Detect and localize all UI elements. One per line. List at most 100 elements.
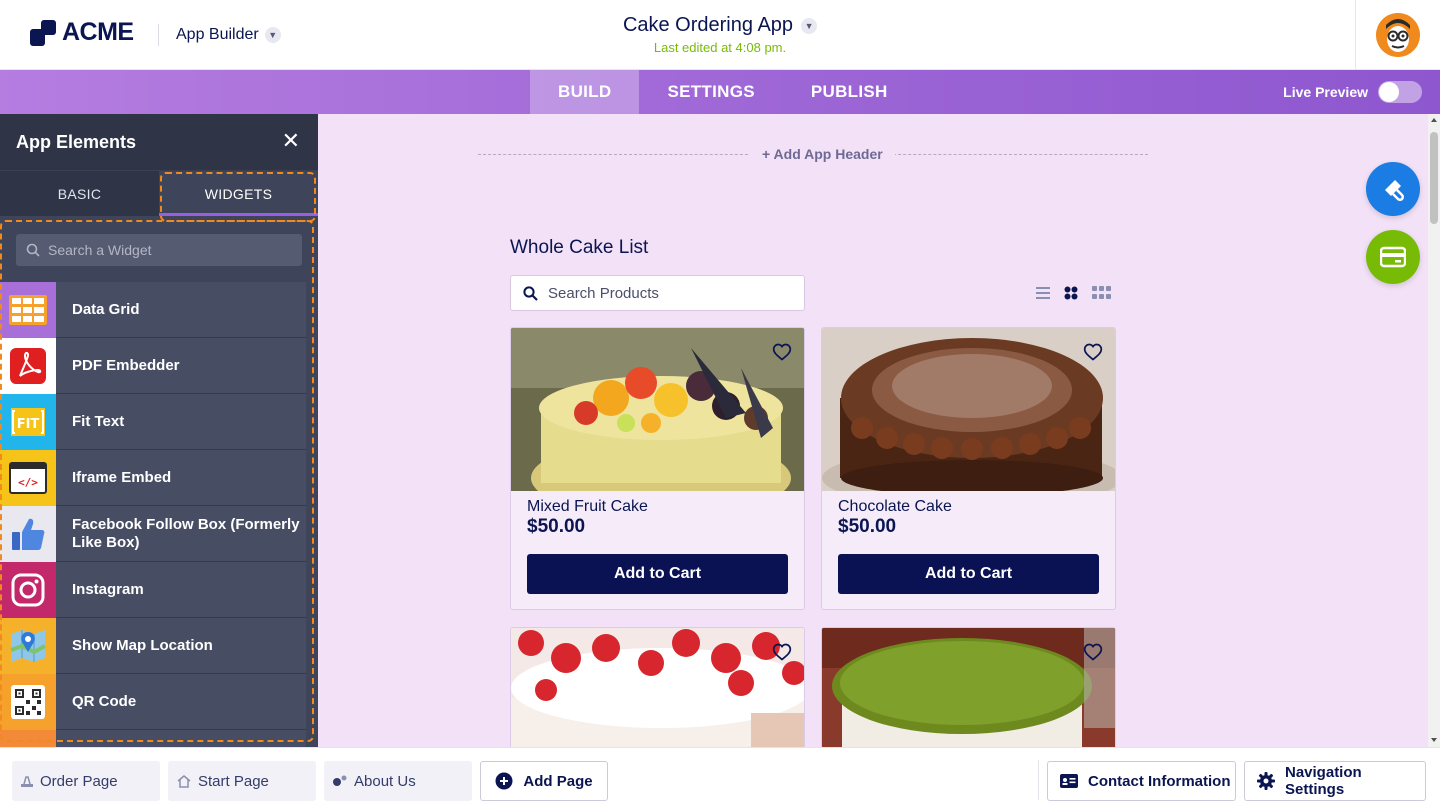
search-icon — [523, 285, 538, 301]
widget-show-map-location[interactable]: Show Map Location — [0, 617, 306, 674]
live-preview: Live Preview — [1283, 81, 1422, 103]
widget-search-input[interactable]: Search a Widget — [16, 234, 302, 266]
heart-icon[interactable] — [772, 342, 792, 362]
about-icon — [333, 775, 347, 786]
app-title-area: Cake Ordering App ▼ Last edited at 4:08 … — [560, 14, 880, 55]
widget-partial — [0, 729, 306, 747]
code-icon: </> — [0, 449, 56, 506]
avatar-face-icon — [1376, 13, 1420, 57]
navigation-settings-label: Navigation Settings — [1285, 764, 1362, 798]
product-card[interactable]: Chocolate Cake $50.00 Add to Cart — [821, 327, 1116, 610]
navigation-settings-button[interactable]: Navigation Settings — [1244, 761, 1426, 801]
widget-qr-code[interactable]: QR Code — [0, 673, 306, 730]
widget-data-grid[interactable]: Data Grid — [0, 281, 306, 338]
page-tab-start-page[interactable]: Start Page — [168, 761, 316, 801]
qr-code-icon — [0, 673, 56, 730]
app-title-dropdown[interactable]: Cake Ordering App ▼ — [623, 14, 818, 37]
strawberry-cake-image — [511, 628, 804, 747]
bottom-divider — [1038, 760, 1039, 800]
add-page-label: Add Page — [523, 772, 593, 790]
tab-settings[interactable]: SETTINGS — [639, 70, 782, 114]
app-builder-dropdown[interactable]: App Builder ▼ — [176, 26, 281, 44]
view-switcher — [1036, 286, 1112, 300]
close-icon[interactable]: ✕ — [282, 130, 300, 152]
product-price: $50.00 — [527, 516, 586, 537]
panel-scrollbar[interactable] — [306, 282, 318, 747]
compact-grid-view-icon[interactable] — [1092, 286, 1112, 300]
add-app-header[interactable]: + Add App Header — [478, 146, 1148, 162]
scroll-down-arrow-icon[interactable] — [1430, 736, 1438, 744]
list-view-icon[interactable] — [1036, 287, 1050, 299]
logo-mark-icon — [30, 19, 56, 46]
search-icon — [26, 243, 40, 257]
payment-settings-button[interactable] — [1366, 230, 1420, 284]
product-name: Mixed Fruit Cake — [527, 498, 648, 515]
widget-instagram[interactable]: Instagram — [0, 561, 306, 618]
partial-widget-icon — [0, 729, 56, 747]
product-card[interactable] — [510, 627, 805, 747]
widget-label: Data Grid — [72, 300, 140, 318]
grid-view-icon[interactable] — [1064, 286, 1078, 300]
builder-tabs: BUILD SETTINGS PUBLISH — [530, 70, 916, 114]
widget-label: PDF Embedder — [72, 356, 180, 374]
product-name: Chocolate Cake — [838, 498, 952, 515]
matcha-cake-image — [822, 628, 1115, 747]
widget-facebook-follow-box[interactable]: Facebook Follow Box (Formerly Like Box) — [0, 505, 306, 562]
widget-label: Instagram — [72, 580, 144, 598]
app-elements-panel: App Elements ✕ BASIC WIDGETS Search a Wi… — [0, 114, 318, 747]
widget-pdf-embedder[interactable]: PDF Embedder — [0, 337, 306, 394]
tab-widgets[interactable]: WIDGETS — [159, 171, 318, 216]
fit-text-icon: FIT — [0, 393, 56, 450]
search-products-placeholder: Search Products — [548, 284, 659, 302]
product-card[interactable] — [821, 627, 1116, 747]
data-grid-icon — [0, 281, 56, 338]
widget-fit-text[interactable]: FIT Fit Text — [0, 393, 306, 450]
add-page-button[interactable]: Add Page — [480, 761, 608, 801]
widget-label: Fit Text — [72, 412, 125, 430]
plus-circle-icon — [495, 772, 513, 790]
add-to-cart-button[interactable]: Add to Cart — [527, 554, 788, 594]
svg-text:</>: </> — [18, 476, 38, 489]
avatar-area — [1355, 0, 1440, 70]
add-to-cart-button[interactable]: Add to Cart — [838, 554, 1099, 594]
app-designer-button[interactable] — [1366, 162, 1420, 216]
order-icon — [21, 776, 33, 787]
chevron-down-icon: ▼ — [264, 27, 281, 43]
page-tab-about-us[interactable]: About Us — [324, 761, 472, 801]
svg-text:FIT: FIT — [17, 417, 40, 432]
widget-iframe-embed[interactable]: </> Iframe Embed — [0, 449, 306, 506]
gear-icon — [1257, 772, 1275, 790]
tab-publish[interactable]: PUBLISH — [783, 70, 916, 114]
tab-basic[interactable]: BASIC — [0, 171, 159, 216]
contact-information-button[interactable]: Contact Information — [1047, 761, 1236, 801]
widget-search-placeholder: Search a Widget — [48, 242, 152, 258]
page-navigation-bar: Order Page Start Page About Us Add Page … — [0, 747, 1440, 810]
product-card[interactable]: Mixed Fruit Cake $50.00 Add to Cart — [510, 327, 805, 610]
page-tab-label: Start Page — [198, 772, 269, 790]
scroll-up-arrow-icon[interactable] — [1430, 116, 1438, 124]
contact-card-icon — [1060, 774, 1078, 788]
chocolate-cake-image — [822, 328, 1115, 491]
builder-nav-bar: BUILD SETTINGS PUBLISH Live Preview — [0, 70, 1440, 114]
list-title[interactable]: Whole Cake List — [510, 237, 648, 259]
heart-icon[interactable] — [772, 642, 792, 662]
acme-logo[interactable]: ACME — [30, 18, 134, 47]
header-divider — [158, 24, 159, 46]
page-tab-label: About Us — [354, 772, 416, 790]
heart-icon[interactable] — [1083, 642, 1103, 662]
tab-build[interactable]: BUILD — [530, 70, 640, 114]
search-products-input[interactable]: Search Products — [510, 275, 805, 311]
scrollbar-thumb[interactable] — [1430, 132, 1438, 224]
panel-header: App Elements ✕ — [0, 114, 318, 170]
page-tab-order-page[interactable]: Order Page — [12, 761, 160, 801]
heart-icon[interactable] — [1083, 342, 1103, 362]
widget-label: Facebook Follow Box (Formerly Like Box) — [72, 515, 300, 551]
page-tab-label: Order Page — [40, 772, 118, 790]
canvas-scrollbar[interactable] — [1428, 114, 1440, 747]
user-avatar[interactable] — [1376, 13, 1420, 57]
chevron-down-icon: ▼ — [801, 17, 818, 34]
top-bar: ACME App Builder ▼ Cake Ordering App ▼ L… — [0, 0, 1440, 70]
live-preview-toggle[interactable] — [1378, 81, 1422, 103]
product-price: $50.00 — [838, 516, 897, 537]
map-icon — [0, 617, 56, 674]
